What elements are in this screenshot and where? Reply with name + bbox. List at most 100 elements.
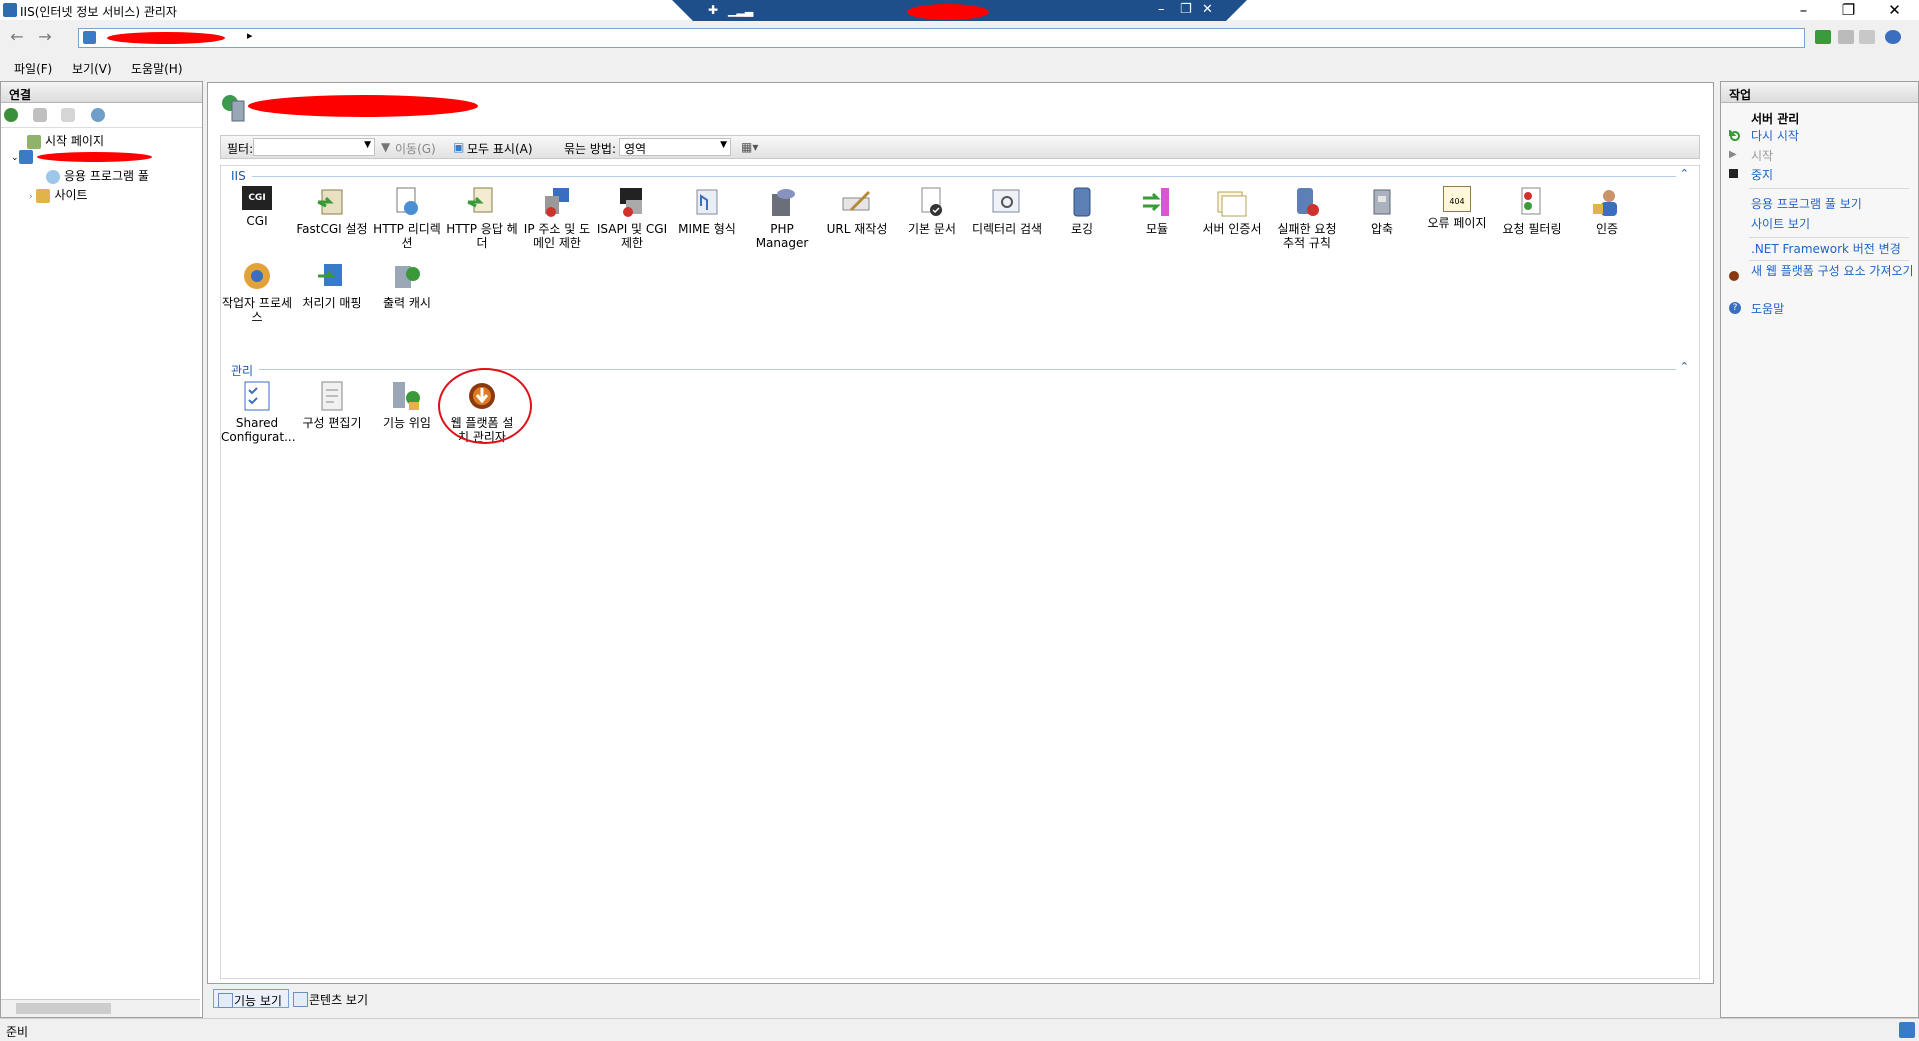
feature-php-manager[interactable]: PHP Manager xyxy=(746,186,818,250)
group-by-select[interactable]: 영역 ▼ xyxy=(619,138,731,156)
refresh-icon[interactable] xyxy=(1815,30,1831,44)
tree-server[interactable]: ⌄ xyxy=(11,149,152,164)
status-text: 준비 xyxy=(6,1025,29,1039)
actions-title: 서버 관리 xyxy=(1751,112,1800,126)
tab-content-view[interactable]: 콘텐츠 보기 xyxy=(289,989,374,1008)
view-mode-icon[interactable]: ▦▾ xyxy=(741,140,758,154)
feature-shared-configuration[interactable]: Shared Configurat... xyxy=(221,380,296,444)
feature-error-pages[interactable]: 404 오류 페이지 xyxy=(1421,186,1493,230)
feature-mime-types[interactable]: MIME 형식 xyxy=(671,186,743,236)
feature-modules[interactable]: 모듈 xyxy=(1121,186,1193,236)
feature-ip-domain-restrictions[interactable]: IP 주소 및 도메인 제한 xyxy=(521,186,593,250)
configuration-editor-icon xyxy=(316,380,348,412)
feature-directory-browsing[interactable]: 디렉터리 검색 xyxy=(971,186,1043,236)
stop-icon[interactable] xyxy=(1838,30,1854,44)
collapse-caret-icon[interactable]: ⌃ xyxy=(1680,360,1689,373)
dropdown-arrow-icon: ▼ xyxy=(364,140,371,150)
tree-sites[interactable]: › 사이트 xyxy=(29,186,88,203)
scrollbar-thumb[interactable] xyxy=(16,1003,111,1014)
save-icon[interactable] xyxy=(33,108,47,122)
feature-fastcgi[interactable]: FastCGI 설정 xyxy=(296,186,368,236)
home-icon[interactable] xyxy=(1859,30,1875,44)
network-status-icon xyxy=(1899,1022,1915,1038)
separator xyxy=(1749,237,1909,238)
help-link[interactable]: 도움말 xyxy=(1751,302,1916,316)
help-icon[interactable] xyxy=(1885,30,1901,44)
failed-request-icon xyxy=(1291,186,1323,218)
forward-arrow-icon[interactable]: → xyxy=(34,27,56,47)
feature-request-filtering[interactable]: 요청 필터링 xyxy=(1496,186,1568,236)
actions-header: 작업 xyxy=(1721,82,1918,103)
feature-default-document[interactable]: 기본 문서 xyxy=(896,186,968,236)
group-header-iis[interactable]: IIS ⌃ xyxy=(231,167,1691,183)
up-icon[interactable] xyxy=(61,108,75,122)
back-arrow-icon[interactable]: ← xyxy=(6,27,28,47)
feature-delegation-icon xyxy=(391,380,423,412)
get-components-link[interactable]: 새 웹 플랫폼 구성 요소 가져오기 xyxy=(1751,264,1916,278)
change-net-framework-link[interactable]: .NET Framework 버전 변경 xyxy=(1751,242,1916,256)
disconnect-icon[interactable] xyxy=(91,108,105,122)
view-app-pools-link[interactable]: 응용 프로그램 풀 보기 xyxy=(1751,197,1916,211)
pin-icon[interactable]: ✚ xyxy=(708,3,718,17)
feature-worker-processes[interactable]: 작업자 프로세스 xyxy=(221,260,293,324)
minimize-button[interactable]: – xyxy=(1781,1,1826,19)
feature-handler-mappings[interactable]: 처리기 매핑 xyxy=(296,260,368,310)
rd-minimize-icon[interactable]: – xyxy=(1158,2,1165,17)
feature-http-response-headers[interactable]: HTTP 응답 헤더 xyxy=(446,186,518,250)
feature-output-caching[interactable]: 출력 캐시 xyxy=(371,260,443,310)
stop-link[interactable]: 중지 xyxy=(1751,168,1916,182)
status-bar: 준비 xyxy=(0,1018,1919,1041)
horizontal-scrollbar[interactable] xyxy=(1,999,200,1017)
feature-http-redirect[interactable]: HTTP 리디렉션 xyxy=(371,186,443,250)
filter-funnel-icon: ▼ xyxy=(381,140,391,154)
go-button[interactable]: 이동(G) xyxy=(395,140,436,157)
worker-processes-icon xyxy=(241,260,273,292)
menu-help[interactable]: 도움말(H) xyxy=(131,60,183,77)
feature-cgi[interactable]: CGI CGI xyxy=(221,186,293,228)
menu-view[interactable]: 보기(V) xyxy=(72,60,112,77)
actions-pane: 작업 서버 관리 다시 시작 ▶ 시작 중지 응용 프로그램 풀 보기 사이트 … xyxy=(1720,81,1919,1018)
collapse-chevron-icon[interactable]: › xyxy=(29,192,33,202)
address-path[interactable]: ▸ xyxy=(78,28,1805,48)
feature-delegation[interactable]: 기능 위임 xyxy=(371,380,443,430)
connect-icon[interactable] xyxy=(4,108,18,122)
expand-chevron-icon[interactable]: ⌄ xyxy=(11,153,19,163)
group-header-management[interactable]: 관리 ⌃ xyxy=(231,360,1691,379)
rd-restore-icon[interactable]: ❐ xyxy=(1180,2,1192,17)
dropdown-arrow-icon: ▼ xyxy=(720,140,727,150)
view-sites-link[interactable]: 사이트 보기 xyxy=(1751,217,1916,231)
feature-failed-request-tracing[interactable]: 실패한 요청 추적 규칙 xyxy=(1271,186,1343,250)
feature-server-certificates[interactable]: 서버 인증서 xyxy=(1196,186,1268,236)
redacted-path xyxy=(107,32,225,44)
feature-compression[interactable]: 압축 xyxy=(1346,186,1418,236)
shared-configuration-icon xyxy=(241,380,273,412)
tab-features-view[interactable]: 기능 보기 xyxy=(213,989,289,1008)
menu-file[interactable]: 파일(F) xyxy=(14,60,52,77)
collapse-caret-icon[interactable]: ⌃ xyxy=(1680,167,1689,180)
feature-authentication[interactable]: 인증 xyxy=(1571,186,1643,236)
feature-configuration-editor[interactable]: 구성 편집기 xyxy=(296,380,368,430)
highlight-circle xyxy=(438,368,532,444)
feature-logging[interactable]: 로깅 xyxy=(1046,186,1118,236)
restore-button[interactable]: ❐ xyxy=(1826,1,1871,19)
restart-link[interactable]: 다시 시작 xyxy=(1751,129,1916,143)
filter-bar: 필터: ▼ ▼ 이동(G) ▣ 모두 표시(A) 묶는 방법: 영역 ▼ ▦▾ xyxy=(220,135,1700,159)
close-button[interactable]: ✕ xyxy=(1872,1,1917,19)
feature-isapi-cgi-restrictions[interactable]: ISAPI 및 CGI 제한 xyxy=(596,186,668,250)
tree-start-page[interactable]: 시작 페이지 xyxy=(27,132,104,149)
restart-icon xyxy=(1729,130,1740,142)
url-rewrite-icon xyxy=(841,186,873,218)
rd-close-icon[interactable]: ✕ xyxy=(1202,2,1213,17)
logging-icon xyxy=(1066,186,1098,218)
show-all-button[interactable]: 모두 표시(A) xyxy=(467,140,533,157)
stop-icon xyxy=(1729,169,1738,178)
filter-input[interactable]: ▼ xyxy=(253,138,375,156)
content-view-icon xyxy=(293,992,308,1007)
help-icon: ? xyxy=(1729,302,1741,314)
http-redirect-icon xyxy=(391,186,423,218)
tree-app-pools[interactable]: 응용 프로그램 풀 xyxy=(46,167,149,184)
output-caching-icon xyxy=(391,260,423,292)
group-title-management: 관리 xyxy=(231,362,260,379)
start-link[interactable]: 시작 xyxy=(1751,149,1916,163)
feature-url-rewrite[interactable]: URL 재작성 xyxy=(821,186,893,236)
